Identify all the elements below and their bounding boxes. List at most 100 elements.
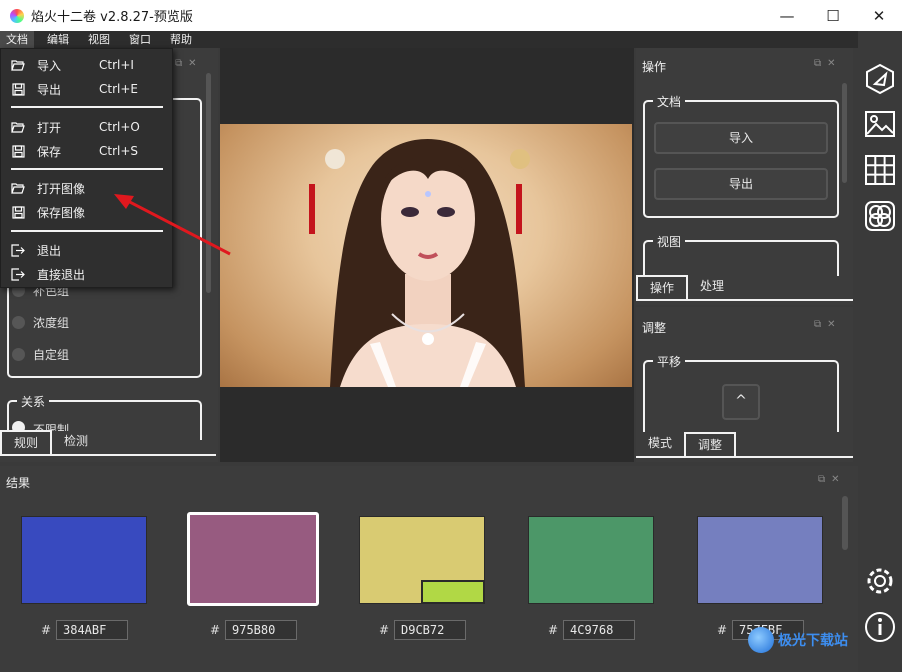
window-controls: — ☐ ✕ xyxy=(764,0,902,31)
close-button[interactable]: ✕ xyxy=(856,0,902,31)
info-icon[interactable] xyxy=(862,609,898,645)
view-group-title: 视图 xyxy=(653,233,686,250)
hex-field-4[interactable]: 4C9768 xyxy=(563,620,635,640)
hash-label: # xyxy=(379,623,390,637)
exit-icon xyxy=(11,267,25,281)
menu-item-label: 直接退出 xyxy=(37,267,86,282)
panel-float-icons[interactable]: ⧉✕ xyxy=(818,474,846,485)
menu-item-label: 退出 xyxy=(37,243,62,258)
results-title: 结果 xyxy=(6,476,31,490)
menu-separator xyxy=(11,168,163,170)
left-scrollbar[interactable] xyxy=(206,73,211,293)
hash-label: # xyxy=(717,623,728,637)
menu-item-shortcut: Ctrl+I xyxy=(99,58,134,72)
radio-label: 浓度组 xyxy=(33,316,70,330)
results-panel: 结果 ⧉✕ # 384ABF # 975B80 # D9CB72 # 4C976… xyxy=(0,466,858,672)
menu-open[interactable]: 打开 Ctrl+O xyxy=(1,115,174,139)
radio-density[interactable]: 浓度组 xyxy=(12,314,69,331)
operations-scrollbar[interactable] xyxy=(842,83,847,183)
menu-view[interactable]: 视图 xyxy=(82,31,116,48)
watermark-logo-icon xyxy=(748,627,774,653)
hash-label: # xyxy=(210,623,221,637)
grid-icon[interactable] xyxy=(862,152,898,188)
panel-float-icons[interactable]: ⧉✕ xyxy=(175,58,203,69)
adjust-title: 调整 xyxy=(642,321,667,335)
triangle-icon[interactable] xyxy=(862,61,898,97)
tab-mode[interactable]: 模式 xyxy=(636,432,684,456)
menu-export[interactable]: 导出 Ctrl+E xyxy=(1,77,174,101)
color-swatch-2[interactable] xyxy=(187,512,319,606)
menu-bar: 文档 编辑 视图 窗口 帮助 xyxy=(0,31,858,48)
menu-item-label: 导出 xyxy=(37,82,62,97)
export-button[interactable]: 导出 xyxy=(654,168,828,200)
menu-item-label: 打开 xyxy=(37,120,62,135)
menu-save[interactable]: 保存 Ctrl+S xyxy=(1,139,174,163)
radio-label: 自定组 xyxy=(33,348,70,362)
circles-icon[interactable] xyxy=(862,198,898,234)
right-toolbar xyxy=(858,48,902,672)
document-group-box: 文档 xyxy=(643,93,839,218)
menu-force-exit[interactable]: 直接退出 xyxy=(1,262,174,286)
app-logo-icon xyxy=(10,8,24,23)
menu-help[interactable]: 帮助 xyxy=(164,31,198,48)
tab-operations[interactable]: 操作 xyxy=(636,275,689,299)
color-swatch-1[interactable] xyxy=(21,516,147,604)
title-bar: 焰火十二卷 v2.8.27-预览版 — ☐ ✕ xyxy=(0,0,902,31)
menu-item-shortcut: Ctrl+S xyxy=(99,144,139,158)
document-group-title: 文档 xyxy=(653,93,686,110)
hex-field-2[interactable]: 975B80 xyxy=(225,620,297,640)
hash-label: # xyxy=(41,623,52,637)
menu-import[interactable]: 导入 Ctrl+I xyxy=(1,53,174,77)
panel-float-icons[interactable]: ⧉✕ xyxy=(814,58,842,69)
annotation-arrow xyxy=(114,194,231,256)
results-scrollbar[interactable] xyxy=(842,496,848,550)
save-icon xyxy=(11,82,25,96)
maximize-button[interactable]: ☐ xyxy=(810,0,856,31)
tab-adjust[interactable]: 调整 xyxy=(684,432,737,456)
hash-label: # xyxy=(548,623,559,637)
tab-detect[interactable]: 检测 xyxy=(52,430,100,454)
left-tabbar: 规则 检测 xyxy=(0,430,216,456)
save-icon xyxy=(11,205,25,219)
watermark: 极光下载站 xyxy=(748,620,856,660)
menu-window[interactable]: 窗口 xyxy=(123,31,157,48)
panel-float-icons[interactable]: ⧉✕ xyxy=(814,319,842,330)
minimize-button[interactable]: — xyxy=(764,0,810,31)
color-swatch-5[interactable] xyxy=(697,516,823,604)
menu-item-shortcut: Ctrl+E xyxy=(99,82,138,96)
adjust-tabbar: 模式 调整 xyxy=(636,432,853,458)
folder-open-icon xyxy=(11,121,25,134)
menu-item-shortcut: Ctrl+O xyxy=(99,120,140,134)
window-title: 焰火十二卷 v2.8.27-预览版 xyxy=(31,10,193,25)
tab-process[interactable]: 处理 xyxy=(688,275,736,299)
menu-item-label: 保存图像 xyxy=(37,205,86,220)
watermark-text: 极光下载站 xyxy=(778,633,848,649)
portrait-illustration xyxy=(309,139,530,387)
exit-icon xyxy=(11,243,25,257)
menu-edit[interactable]: 编辑 xyxy=(41,31,75,48)
radio-custom[interactable]: 自定组 xyxy=(12,346,69,363)
pan-up-button[interactable]: ^ xyxy=(722,384,760,420)
menu-file[interactable]: 文档 xyxy=(0,31,34,48)
folder-open-icon xyxy=(11,182,25,195)
canvas-area xyxy=(220,48,634,462)
hex-field-1[interactable]: 384ABF xyxy=(56,620,128,640)
menu-item-label: 保存 xyxy=(37,144,62,159)
menu-separator xyxy=(11,106,163,108)
menu-item-label: 打开图像 xyxy=(37,181,86,196)
folder-open-icon xyxy=(11,59,25,72)
pan-up-arrow-icon: ^ xyxy=(735,393,747,409)
hex-field-3[interactable]: D9CB72 xyxy=(394,620,466,640)
operations-tabbar: 操作 处理 xyxy=(636,275,853,301)
image-icon[interactable] xyxy=(862,106,898,142)
settings-icon[interactable] xyxy=(862,563,898,599)
operations-title: 操作 xyxy=(642,60,667,74)
color-swatch-4[interactable] xyxy=(528,516,654,604)
tab-rules[interactable]: 规则 xyxy=(0,430,53,454)
operations-panel: 操作 ⧉✕ 文档 导入 导出 视图 操作 处理 xyxy=(636,48,853,305)
color-swatch-3[interactable] xyxy=(359,516,485,604)
portrait-image[interactable] xyxy=(220,124,632,387)
save-icon xyxy=(11,144,25,158)
adjust-panel: 调整 ⧉✕ 平移 ^ 模式 调整 xyxy=(636,307,853,462)
import-button[interactable]: 导入 xyxy=(654,122,828,154)
